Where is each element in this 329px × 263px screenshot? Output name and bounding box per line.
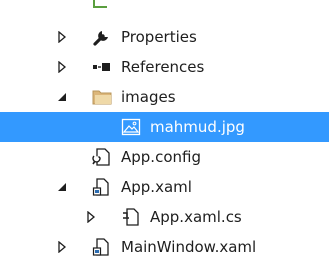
tree-item-label: Properties	[121, 28, 197, 46]
references-icon	[92, 57, 112, 77]
xaml-file-icon	[92, 177, 112, 197]
tree-connector-line	[93, 0, 107, 8]
image-file-icon	[121, 117, 141, 137]
collapsed-arrow-icon[interactable]	[84, 210, 98, 224]
tree-item-label: images	[121, 88, 176, 106]
wrench-icon	[92, 27, 112, 47]
tree-item-label: mahmud.jpg	[150, 118, 245, 136]
tree-item-app-xaml-cs[interactable]: App.xaml.cs	[0, 202, 329, 232]
tree-item-app-xaml[interactable]: App.xaml	[0, 172, 329, 202]
collapsed-arrow-icon[interactable]	[55, 240, 69, 254]
tree-item-mainwindow-xaml[interactable]: MainWindow.xaml	[0, 232, 329, 262]
tree-item-label: App.xaml	[121, 178, 192, 196]
expanded-arrow-icon[interactable]	[55, 180, 69, 194]
folder-icon	[92, 87, 112, 107]
tree-item-references[interactable]: References	[0, 52, 329, 82]
tree-item-app-config[interactable]: App.config	[0, 142, 329, 172]
config-file-icon	[92, 147, 112, 167]
tree-item-mahmud-jpg[interactable]: mahmud.jpg	[0, 112, 329, 142]
tree-item-label: App.config	[121, 148, 201, 166]
tree-item-label: References	[121, 58, 205, 76]
collapsed-arrow-icon[interactable]	[55, 60, 69, 74]
expanded-arrow-icon[interactable]	[55, 90, 69, 104]
collapsed-arrow-icon[interactable]	[55, 30, 69, 44]
xaml-file-icon	[92, 237, 112, 257]
solution-explorer-tree: Properties References images mahmud.jpg …	[0, 22, 329, 262]
csharp-file-icon	[121, 207, 141, 227]
tree-item-label: App.xaml.cs	[150, 208, 242, 226]
tree-item-images-folder[interactable]: images	[0, 82, 329, 112]
tree-item-label: MainWindow.xaml	[121, 238, 257, 256]
tree-item-properties[interactable]: Properties	[0, 22, 329, 52]
